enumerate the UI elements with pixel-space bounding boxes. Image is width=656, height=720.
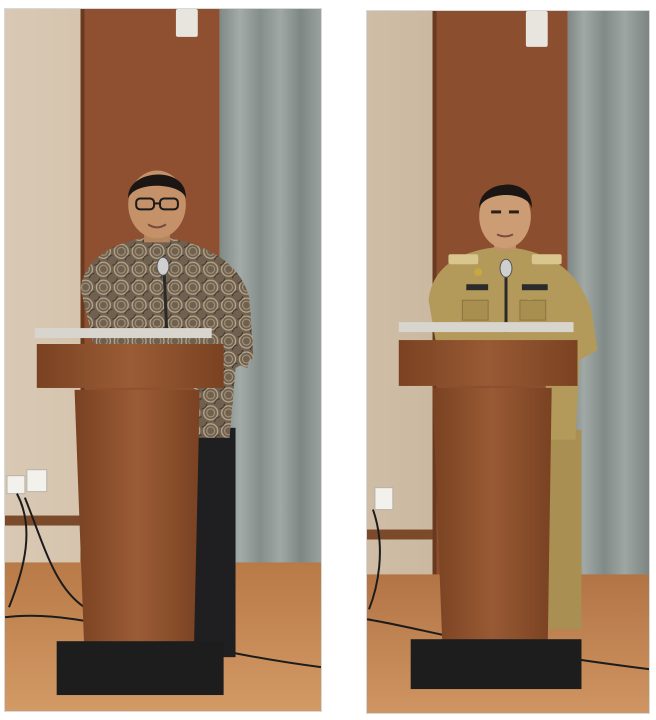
photo-right-speaker-uniform [366,10,650,714]
photo-left-speaker-batik [4,8,322,712]
photo-left-canvas [5,9,321,711]
power-socket [26,469,48,493]
power-socket [6,475,26,495]
wall-speaker [525,11,548,47]
photo-right-canvas [367,11,649,713]
wall-speaker [175,9,198,37]
power-socket [374,487,394,511]
